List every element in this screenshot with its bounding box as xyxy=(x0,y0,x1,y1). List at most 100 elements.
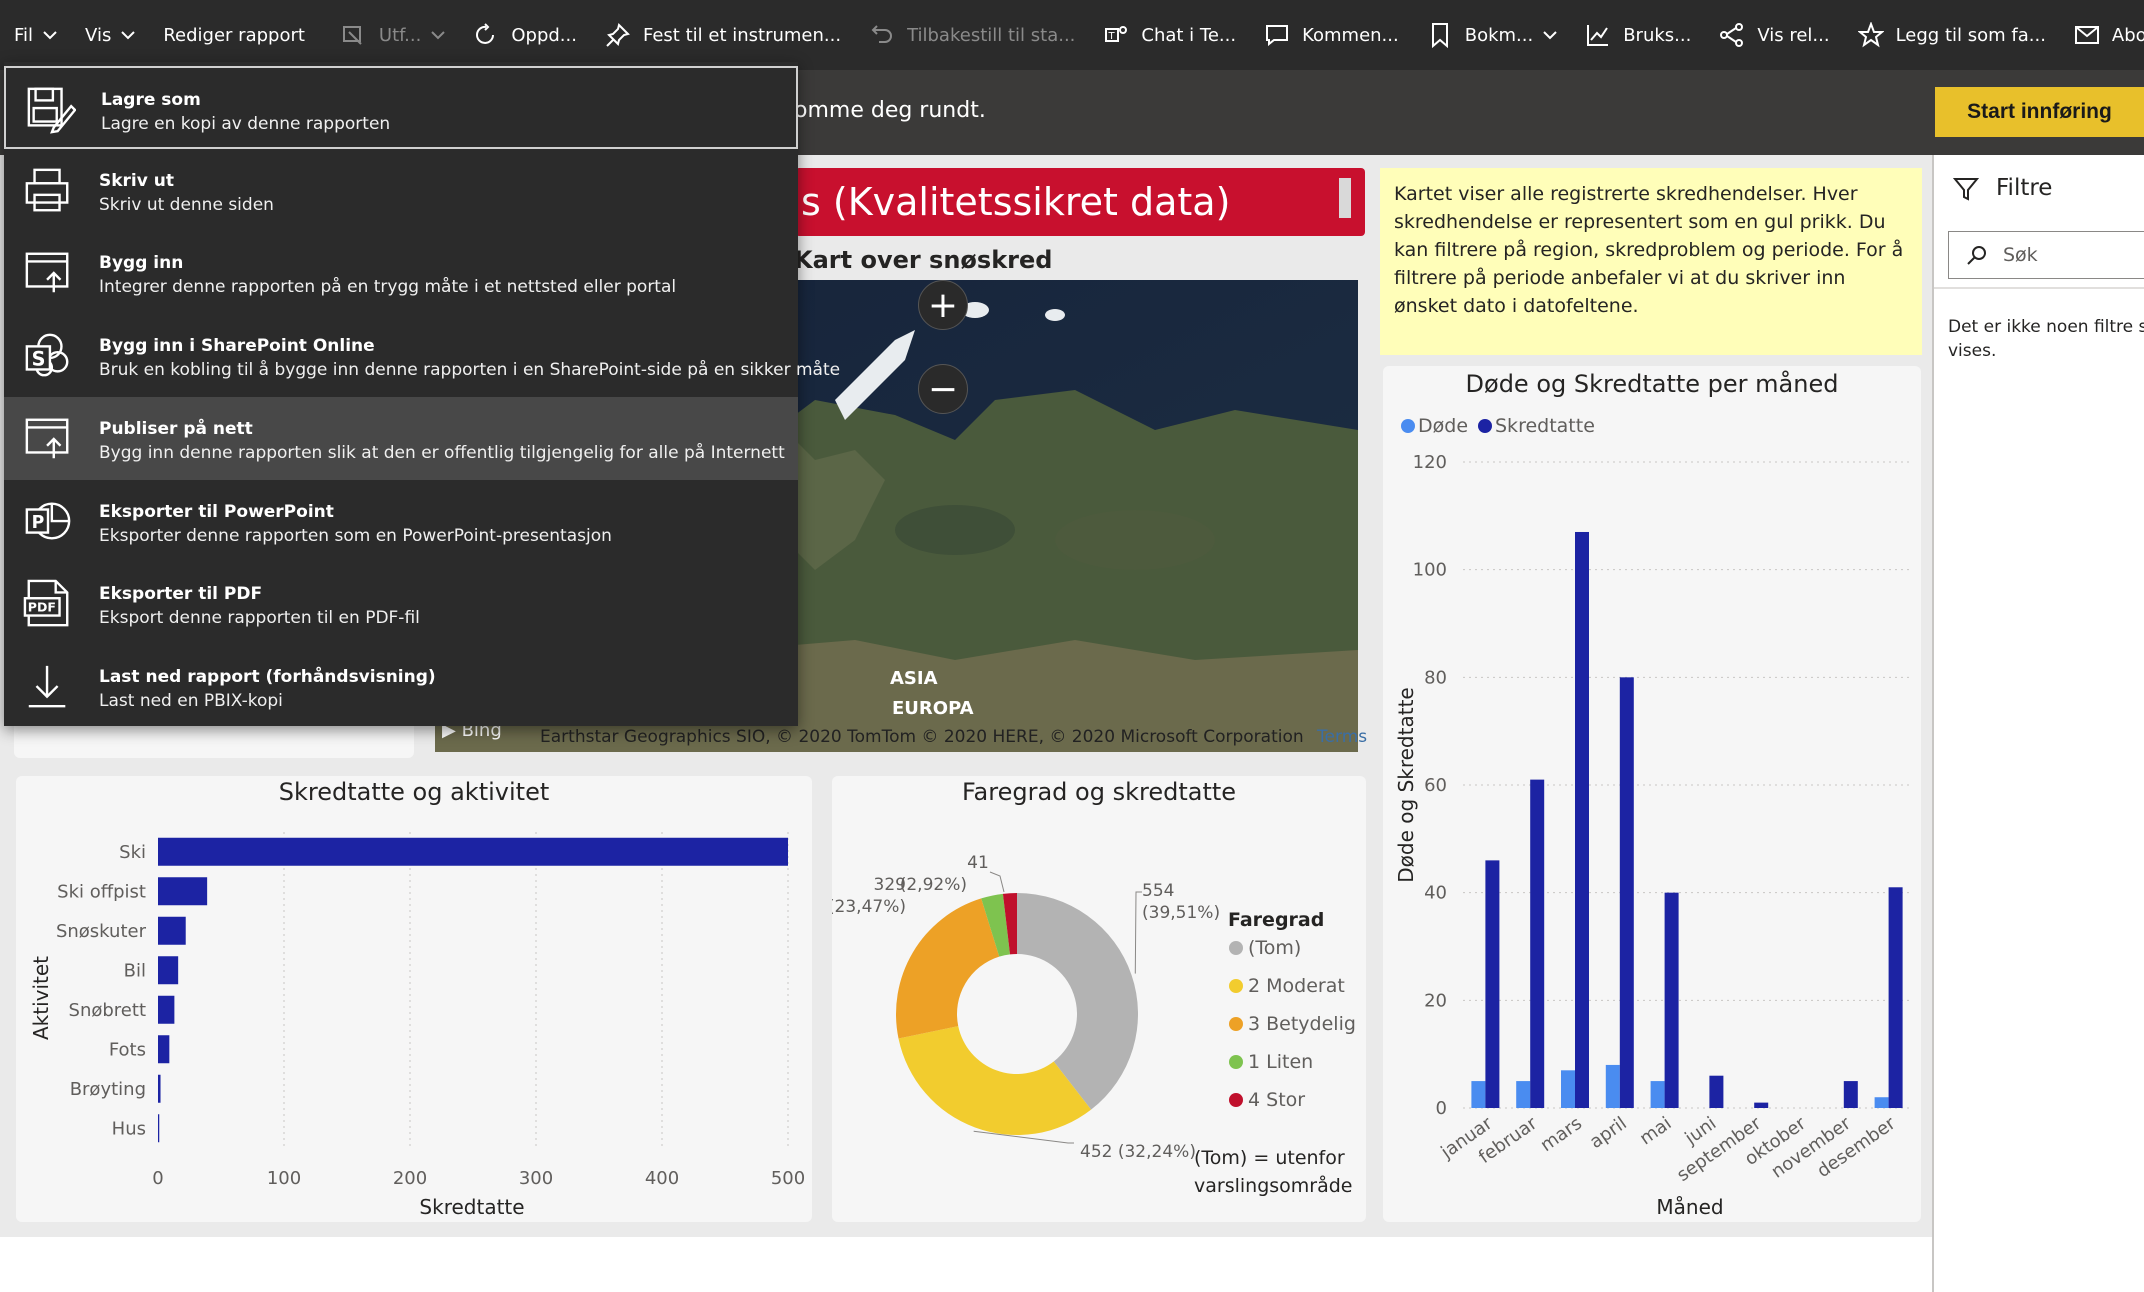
x-tick-label: april xyxy=(1586,1113,1631,1153)
bar xyxy=(1843,1081,1858,1108)
cmd-vis-button[interactable]: Vis xyxy=(71,0,149,70)
monthly-chart-title: Døde og Skredtatte per måned xyxy=(1465,370,1839,398)
filter-pane-title: Filtre xyxy=(1996,175,2053,201)
menu-item-eksporter-til-pdf[interactable]: PDF Eksporter til PDF Eksport denne rappor… xyxy=(4,562,798,645)
download-icon xyxy=(28,665,66,708)
monthly-bar-chart[interactable]: Døde Skredtatte020406080100120januarfebru… xyxy=(1383,402,1921,1222)
menu-item-description: Skriv ut denne siden xyxy=(99,194,274,215)
bar xyxy=(1516,1081,1531,1108)
legend-label: Døde xyxy=(1418,415,1468,437)
cmd-label: Abo... xyxy=(2111,24,2144,46)
y-axis-title: Aktivitet xyxy=(29,956,53,1040)
data-label-pct: (2,92%) xyxy=(900,875,967,895)
svg-text:S: S xyxy=(32,348,46,371)
x-tick-label: 300 xyxy=(519,1168,553,1189)
data-label-value: 554 xyxy=(1142,881,1174,901)
danger-chart-title: Faregrad og skredtatte xyxy=(961,778,1237,806)
x-tick-label: mars xyxy=(1537,1113,1586,1156)
bar xyxy=(1888,887,1903,1108)
map-terms-link[interactable]: Terms xyxy=(1317,727,1367,747)
cmd-rediger-rapport-button[interactable]: Rediger rapport xyxy=(149,0,319,70)
teams-icon: T xyxy=(1103,22,1129,48)
menu-item-bygg-inn-i-sharepoint-online[interactable]: S Bygg inn i SharePoint Online Bruk en kob… xyxy=(4,314,840,397)
menu-item-publiser-på-nett[interactable]: Publiser på nett Bygg inn denne rapporten… xyxy=(4,396,798,480)
legend-marker xyxy=(1229,1093,1243,1107)
legend-marker xyxy=(1229,1055,1243,1069)
legend-label: 3 Betydelig xyxy=(1248,1013,1356,1035)
cmd-bokm-button[interactable]: Bokm... xyxy=(1413,0,1571,70)
cmd-label: Kommen... xyxy=(1302,24,1399,46)
y-tick-label: Ski xyxy=(119,842,146,863)
bar xyxy=(158,956,179,985)
bar xyxy=(1485,860,1500,1108)
danger-donut-chart[interactable]: 554(39,51%)452 (32,24%)329(23,47%)(2,92%… xyxy=(832,810,1366,1222)
y-tick-label: Ski offpist xyxy=(57,881,146,902)
cmd-label: Oppd... xyxy=(511,24,577,46)
x-tick-label: mai xyxy=(1636,1113,1676,1149)
menu-item-lagre-som[interactable]: Lagre som Lagre en kopi av denne rapporte… xyxy=(4,66,798,149)
cmd-oppd-button[interactable]: Oppd... xyxy=(459,0,591,70)
donut-footnote: (Tom) = utenfor varslingsområde xyxy=(1194,1147,1353,1197)
menu-item-last-ned-rapport-forhåndsvisning[interactable]: Last ned rapport (forhåndsvisning) Last n… xyxy=(4,645,798,728)
data-label-pct: (39,51%) xyxy=(1142,903,1220,923)
explore-icon xyxy=(341,22,367,48)
cmd-label: Vis xyxy=(85,24,112,46)
filter-search-placeholder: Søk xyxy=(2003,244,2038,266)
bar xyxy=(1605,1064,1620,1108)
cmd-fil-button[interactable]: Fil xyxy=(0,0,71,70)
zoom-out-button[interactable]: − xyxy=(918,364,968,414)
bar xyxy=(1561,1070,1575,1108)
bar xyxy=(158,1114,160,1143)
title-scrollbar[interactable] xyxy=(1339,178,1351,218)
legend-title: Faregrad xyxy=(1228,909,1324,931)
menu-item-bygg-inn[interactable]: Bygg inn Integrer denne rapporten på en t… xyxy=(4,231,798,314)
bar xyxy=(1709,1075,1724,1108)
cmd-vis-rel-button[interactable]: Vis rel... xyxy=(1705,0,1843,70)
legend-label: 1 Liten xyxy=(1248,1051,1313,1073)
star-icon xyxy=(1857,22,1884,48)
legend-marker xyxy=(1401,419,1415,433)
cmd-bruks-button[interactable]: Bruks... xyxy=(1571,0,1705,70)
cmd-abo-button[interactable]: Abo... xyxy=(2060,0,2144,70)
svg-text:P: P xyxy=(32,512,45,532)
zoom-in-button[interactable]: + xyxy=(918,280,968,330)
chevron-down-icon xyxy=(43,30,57,40)
menu-item-skriv-ut[interactable]: Skriv ut Skriv ut denne siden xyxy=(4,149,798,232)
menu-item-eksporter-til-powerpoint[interactable]: P Eksporter til PowerPoint Eksporter denne… xyxy=(4,480,798,563)
bar xyxy=(1575,531,1589,1108)
y-tick-label: 40 xyxy=(1424,883,1447,904)
filter-icon[interactable] xyxy=(1952,175,1980,203)
report-title: s (Kvalitetssikret data) xyxy=(801,180,1231,224)
activity-bar-chart[interactable]: 0 100 200 300 400 500 Ski Ski offpist Snøskuter B… xyxy=(16,810,812,1222)
bar xyxy=(158,916,186,945)
cmd-label: Bruks... xyxy=(1623,24,1692,46)
y-tick-label: 80 xyxy=(1424,667,1447,688)
y-tick-label: Hus xyxy=(112,1118,146,1139)
svg-text:PDF: PDF xyxy=(28,600,56,615)
cmd-chat-i-te-button[interactable]: T Chat i Te... xyxy=(1089,0,1250,70)
bookmark-icon xyxy=(1427,22,1453,48)
cmd-tilbakestill-til-sta-button[interactable]: Tilbakestill til sta... xyxy=(855,0,1089,70)
leader-line xyxy=(989,871,1005,893)
cmd-kommen-button[interactable]: Kommen... xyxy=(1250,0,1413,70)
cmd-fest-til-et-instrumen-button[interactable]: Fest til et instrumen... xyxy=(591,0,855,70)
filter-search-input[interactable]: Søk xyxy=(1948,231,2144,279)
menu-item-description: Eksporter denne rapporten som en PowerPo… xyxy=(99,525,612,546)
legend-label: 2 Moderat xyxy=(1248,975,1345,997)
x-tick-label: 400 xyxy=(645,1168,679,1189)
activity-chart-title: Skredtatte og aktivitet xyxy=(278,778,550,806)
start-tour-button[interactable]: Start innføring xyxy=(1935,87,2144,137)
bar xyxy=(1619,677,1634,1108)
powerpoint-icon: P xyxy=(25,502,71,540)
cmd-label: Fest til et instrumen... xyxy=(642,24,842,46)
cmd-legg-til-som-fa-button[interactable]: Legg til som fa... xyxy=(1844,0,2060,70)
map-label-europa: EUROPA xyxy=(892,698,974,719)
zoom-out-icon: − xyxy=(927,368,959,410)
info-box: Kartet viser alle registrerte skredhende… xyxy=(1380,168,1922,355)
comment-icon xyxy=(1264,22,1290,48)
cmd-utf-button[interactable]: Utf... xyxy=(327,0,459,70)
menu-item-title: Eksporter til PDF xyxy=(99,584,263,605)
data-label-value: 452 xyxy=(1080,1142,1112,1162)
cmd-label: Fil xyxy=(14,24,34,46)
print-icon xyxy=(25,168,69,212)
